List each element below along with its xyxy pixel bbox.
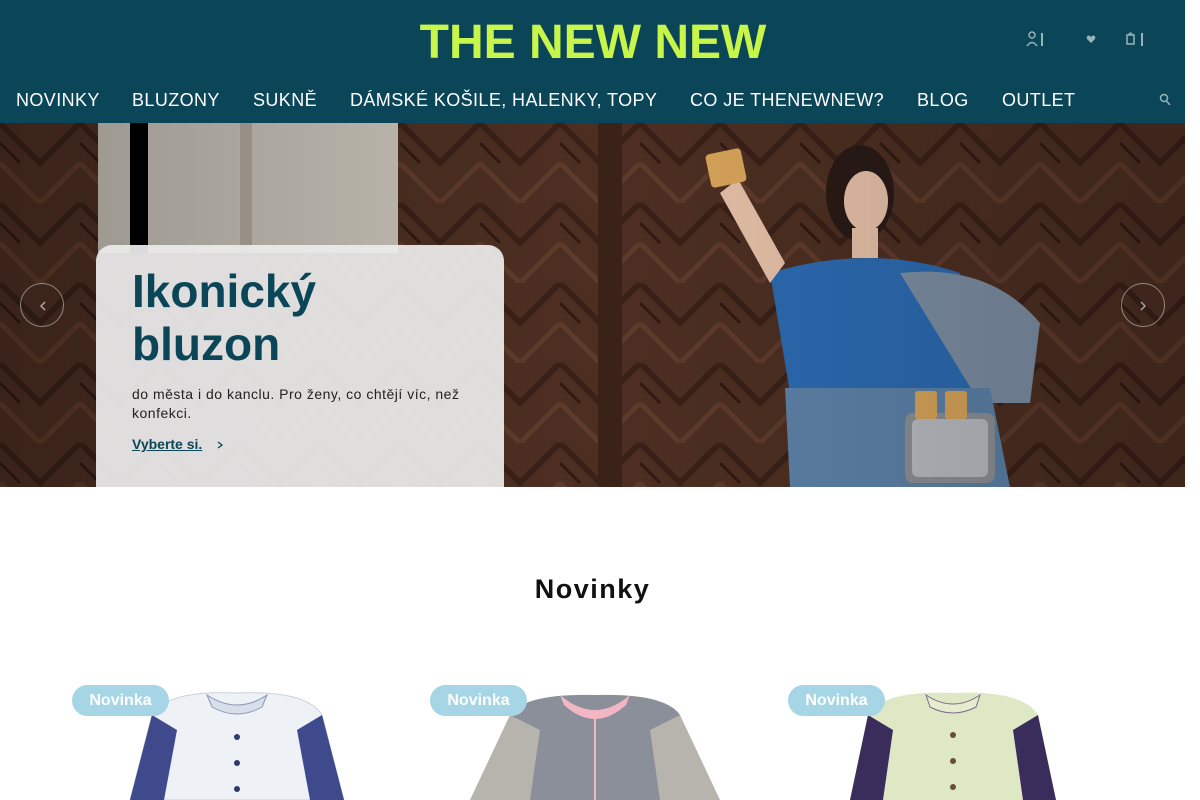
arrow-right-icon xyxy=(217,441,223,449)
hero-slider: Ikonický bluzon do města i do kanclu. Pr… xyxy=(0,123,1185,487)
slider-prev-button[interactable] xyxy=(20,283,64,327)
cart-icon[interactable] xyxy=(1126,28,1148,48)
new-badge: Novinka xyxy=(430,685,527,716)
nav-item-novinky[interactable]: NOVINKY xyxy=(16,86,100,114)
heart-icon[interactable] xyxy=(1086,28,1096,48)
slider-next-button[interactable] xyxy=(1121,283,1165,327)
hero-cta-link[interactable]: Vyberte si. xyxy=(132,436,202,452)
nav-item-kosile[interactable]: DÁMSKÉ KOŠILE, HALENKY, TOPY xyxy=(350,86,657,114)
main-nav: NOVINKY BLUZONY SUKNĚ DÁMSKÉ KOŠILE, HAL… xyxy=(0,86,1185,114)
hero-title: Ikonický bluzon xyxy=(132,265,317,370)
product-card[interactable]: Novinka xyxy=(72,685,402,800)
site-header: THE NEW NEW NOVINKY BLUZONY SUKNĚ DÁMSKÉ… xyxy=(0,0,1185,123)
nav-item-sukne[interactable]: SUKNĚ xyxy=(253,86,317,114)
nav-item-outlet[interactable]: OUTLET xyxy=(1002,86,1075,114)
product-card[interactable]: Novinka xyxy=(788,685,1118,800)
nav-item-bluzony[interactable]: BLUZONY xyxy=(132,86,220,114)
logo[interactable]: THE NEW NEW xyxy=(402,14,784,64)
user-icon[interactable] xyxy=(1026,28,1048,48)
new-badge: Novinka xyxy=(788,685,885,716)
chevron-right-icon xyxy=(1140,301,1147,311)
section-title: Novinky xyxy=(534,574,651,604)
search-icon[interactable] xyxy=(1159,93,1171,107)
product-card[interactable]: Novinka xyxy=(430,685,760,800)
logo-text: THE NEW NEW xyxy=(420,16,767,64)
nav-item-blog[interactable]: BLOG xyxy=(917,86,969,114)
new-badge: Novinka xyxy=(72,685,169,716)
nav-item-co-je[interactable]: CO JE THENEWNEW? xyxy=(690,86,884,114)
chevron-left-icon xyxy=(39,301,46,311)
hero-card: Ikonický bluzon do města i do kanclu. Pr… xyxy=(96,245,504,487)
hero-text: do města i do kanclu. Pro ženy, co chtěj… xyxy=(132,386,460,421)
